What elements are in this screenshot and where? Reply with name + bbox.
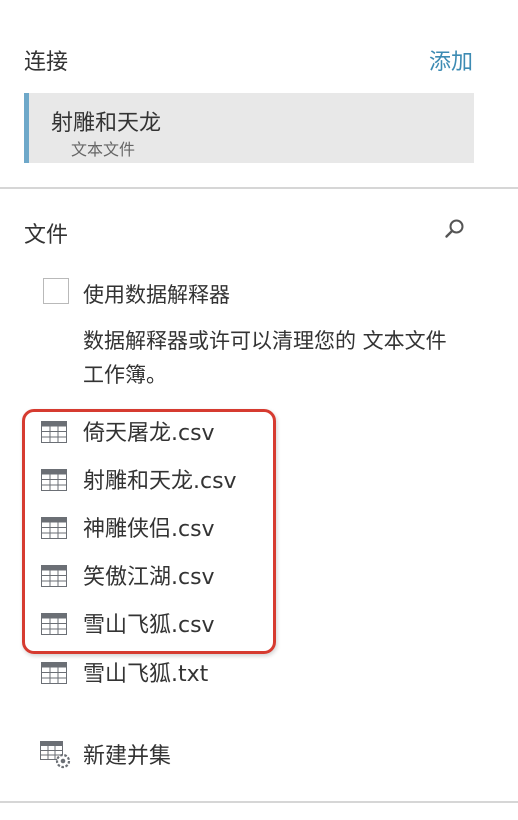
files-title: 文件	[24, 223, 69, 248]
data-interpreter-checkbox[interactable]	[43, 278, 69, 304]
connection-type: 文本文件	[71, 140, 136, 159]
section-divider	[0, 187, 518, 189]
highlight-annotation	[22, 409, 276, 654]
section-divider	[0, 801, 518, 803]
connection-name: 射雕和天龙	[51, 111, 162, 136]
file-name: 雪山飞狐.txt	[83, 662, 209, 687]
add-connection-link[interactable]: 添加	[429, 44, 473, 76]
connection-item[interactable]: 射雕和天龙 文本文件	[24, 93, 474, 163]
new-union-label: 新建并集	[83, 744, 172, 769]
new-union-icon	[40, 741, 71, 769]
table-icon	[41, 662, 67, 684]
file-item[interactable]: 雪山飞狐.txt	[38, 654, 458, 694]
connections-title: 连接	[24, 50, 69, 75]
search-icon[interactable]	[444, 218, 466, 240]
data-interpreter-description: 数据解释器或许可以清理您的 文本文件 工作簿。	[83, 329, 447, 387]
new-union-button[interactable]: 新建并集	[38, 736, 338, 776]
data-interpreter-label[interactable]: 使用数据解释器	[83, 279, 230, 309]
